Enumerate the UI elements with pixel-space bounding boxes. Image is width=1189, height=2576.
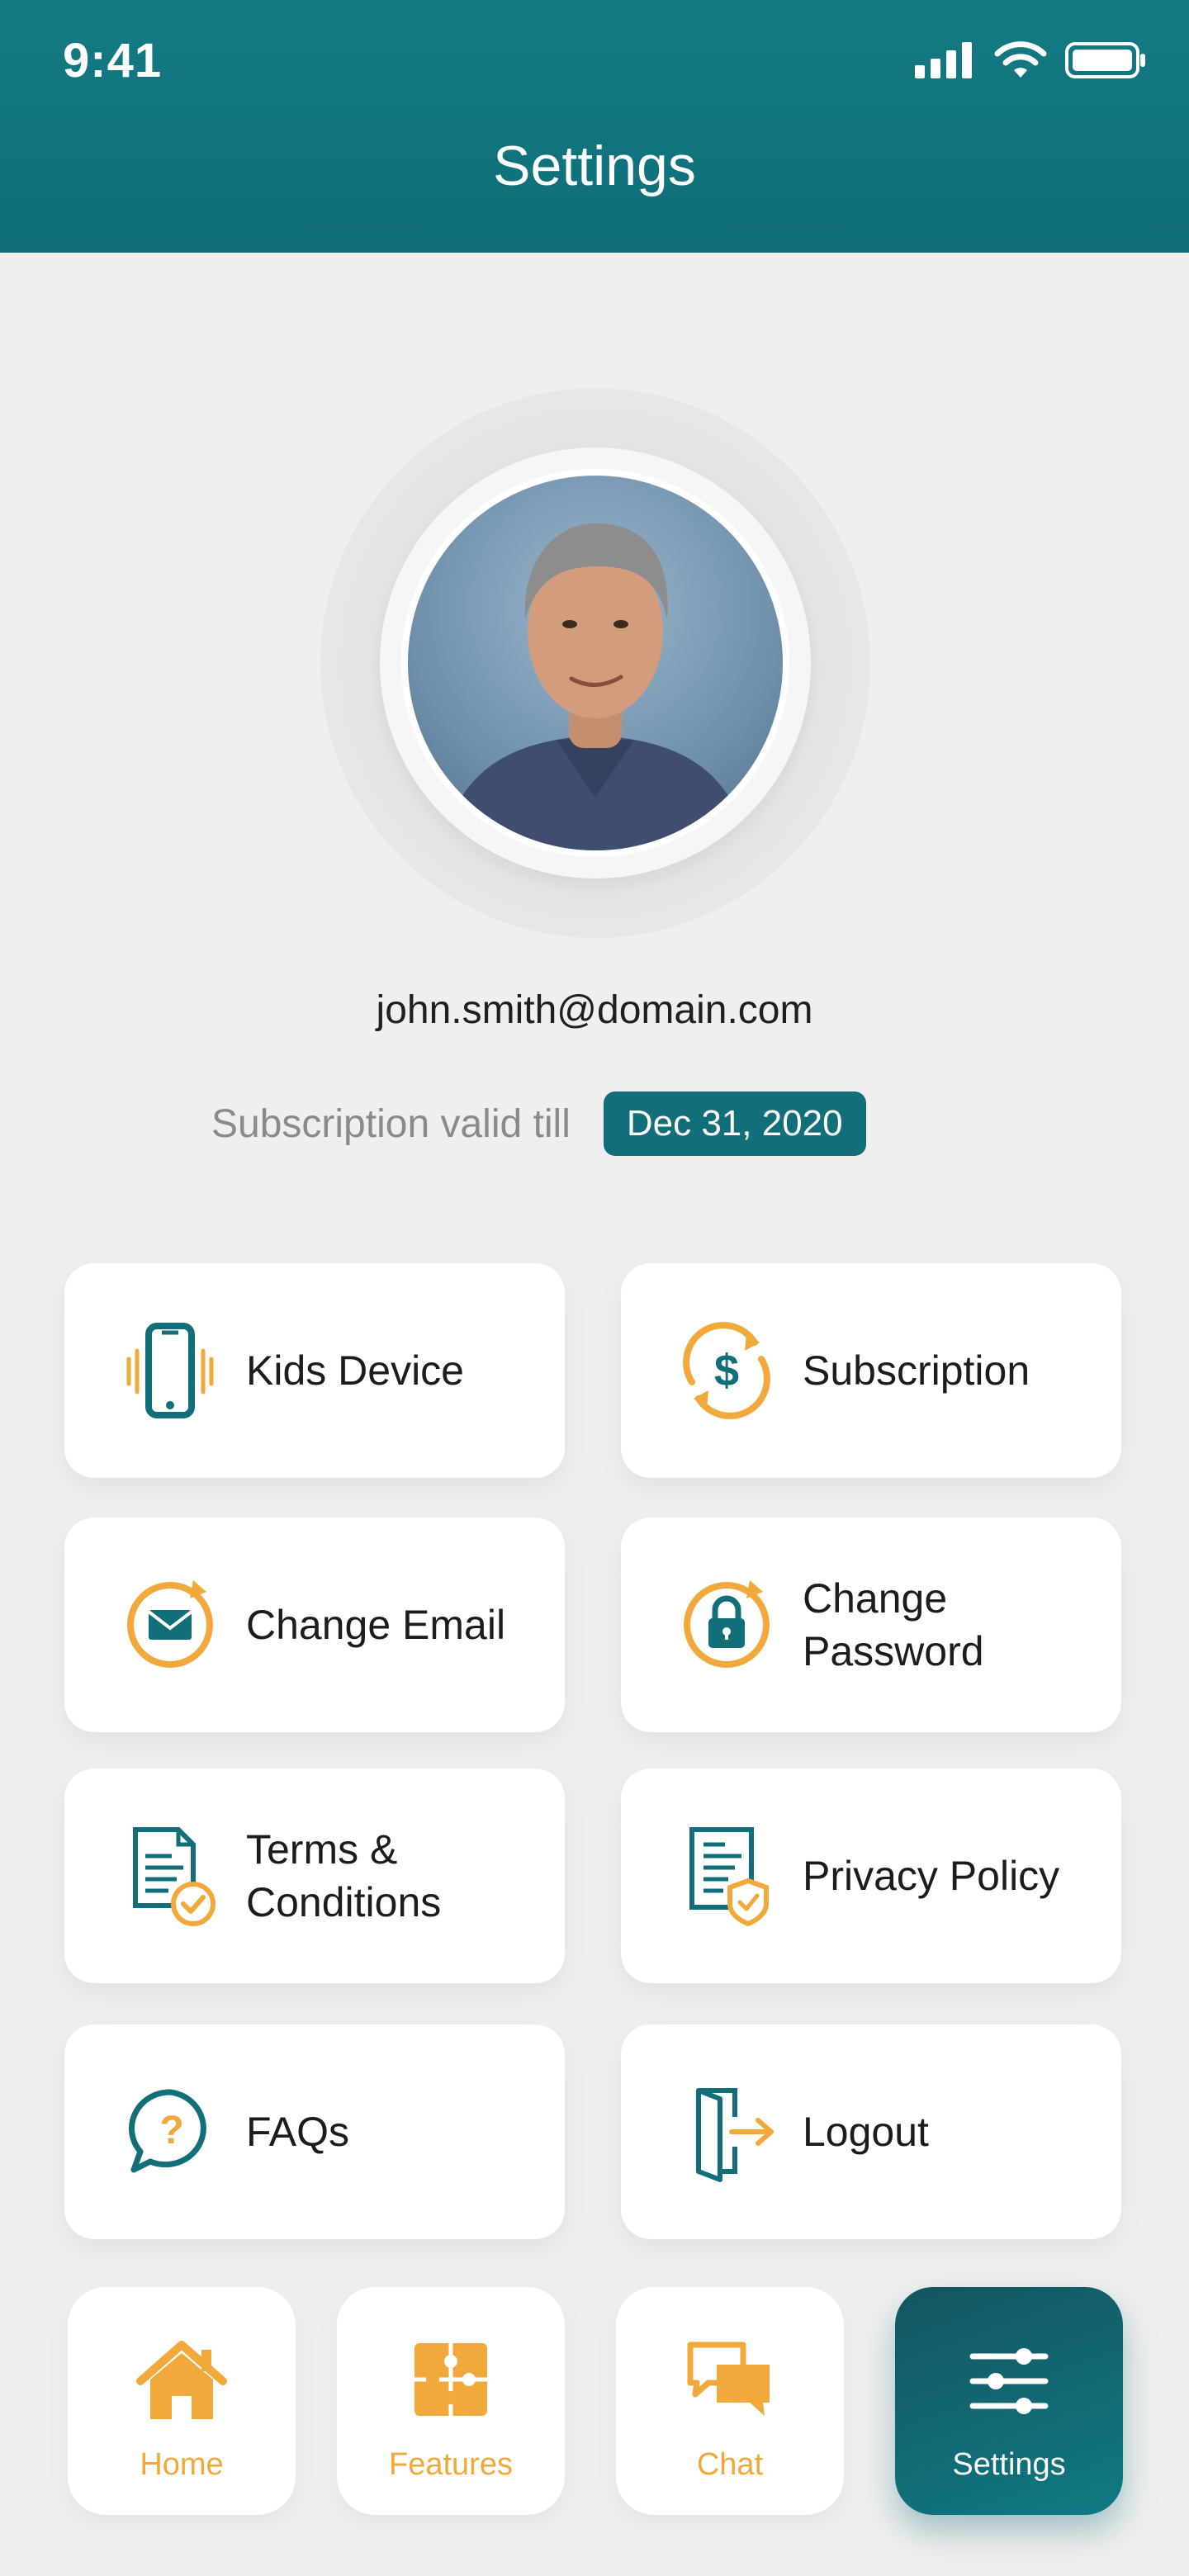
battery-icon bbox=[1065, 42, 1145, 78]
home-icon bbox=[136, 2341, 227, 2419]
svg-text:?: ? bbox=[159, 2109, 183, 2152]
sliders-icon bbox=[969, 2348, 1049, 2414]
status-icons bbox=[913, 41, 1148, 79]
nav-features[interactable]: Features bbox=[337, 2287, 565, 2515]
kids-device-label: Kids Device bbox=[246, 1347, 464, 1394]
change-password-line1: Change bbox=[803, 1575, 948, 1622]
change-password-card[interactable]: Change Password bbox=[621, 1518, 1121, 1732]
logout-label: Logout bbox=[803, 2109, 929, 2155]
terms-line1: Terms & bbox=[246, 1826, 398, 1873]
document-check-icon bbox=[133, 1827, 216, 1926]
terms-card[interactable]: Terms & Conditions bbox=[64, 1769, 565, 1983]
subscription-row: Subscription valid till Dec 31, 2020 bbox=[211, 1091, 866, 1156]
puzzle-icon bbox=[414, 2343, 487, 2416]
status-time: 9:41 bbox=[63, 34, 163, 88]
question-bubble-icon: ? bbox=[129, 2089, 206, 2173]
subscription-date-badge: Dec 31, 2020 bbox=[603, 1091, 866, 1156]
change-email-card[interactable]: Change Email bbox=[64, 1518, 565, 1732]
logout-door-icon bbox=[696, 2088, 774, 2182]
nav-chat-label: Chat bbox=[696, 2447, 764, 2482]
change-email-label: Change Email bbox=[246, 1602, 506, 1648]
user-email: john.smith@domain.com bbox=[376, 988, 813, 1032]
nav-chat[interactable]: Chat bbox=[616, 2287, 844, 2515]
page-title: Settings bbox=[493, 135, 696, 197]
chat-icon bbox=[687, 2342, 770, 2416]
subscription-label: Subscription valid till bbox=[211, 1101, 571, 1146]
top-header: 9:41 Settings bbox=[0, 0, 1189, 253]
privacy-policy-label: Privacy Policy bbox=[803, 1853, 1060, 1899]
faqs-card[interactable]: ? FAQs bbox=[64, 2024, 565, 2239]
avatar[interactable] bbox=[401, 469, 789, 857]
logout-card[interactable]: Logout bbox=[621, 2024, 1121, 2239]
lock-refresh-icon bbox=[684, 1580, 770, 1668]
svg-text:$: $ bbox=[714, 1346, 739, 1395]
nav-home[interactable]: Home bbox=[68, 2287, 296, 2515]
nav-settings-label: Settings bbox=[952, 2447, 1066, 2482]
signal-icon bbox=[915, 42, 972, 78]
nav-features-label: Features bbox=[389, 2447, 513, 2482]
subscription-card[interactable]: $ Subscription bbox=[621, 1263, 1121, 1478]
document-shield-icon bbox=[689, 1827, 769, 1927]
nav-home-label: Home bbox=[140, 2447, 224, 2482]
wifi-icon bbox=[994, 41, 1047, 78]
change-password-line2: Password bbox=[803, 1628, 984, 1674]
subscription-label-card: Subscription bbox=[803, 1347, 1030, 1394]
faqs-label: FAQs bbox=[246, 2109, 350, 2155]
avatar-portrait bbox=[441, 523, 750, 850]
nav-settings[interactable]: Settings bbox=[895, 2287, 1123, 2515]
privacy-policy-card[interactable]: Privacy Policy bbox=[621, 1769, 1121, 1983]
change-password-label: Change Password bbox=[803, 1572, 1105, 1678]
dollar-refresh-icon: $ bbox=[683, 1322, 770, 1419]
email-refresh-icon bbox=[127, 1580, 213, 1668]
kids-device-card[interactable]: Kids Device bbox=[64, 1263, 565, 1478]
terms-label: Terms & Conditions bbox=[246, 1823, 548, 1929]
terms-line2: Conditions bbox=[246, 1879, 442, 1925]
phone-vibrate-icon bbox=[126, 1323, 214, 1418]
